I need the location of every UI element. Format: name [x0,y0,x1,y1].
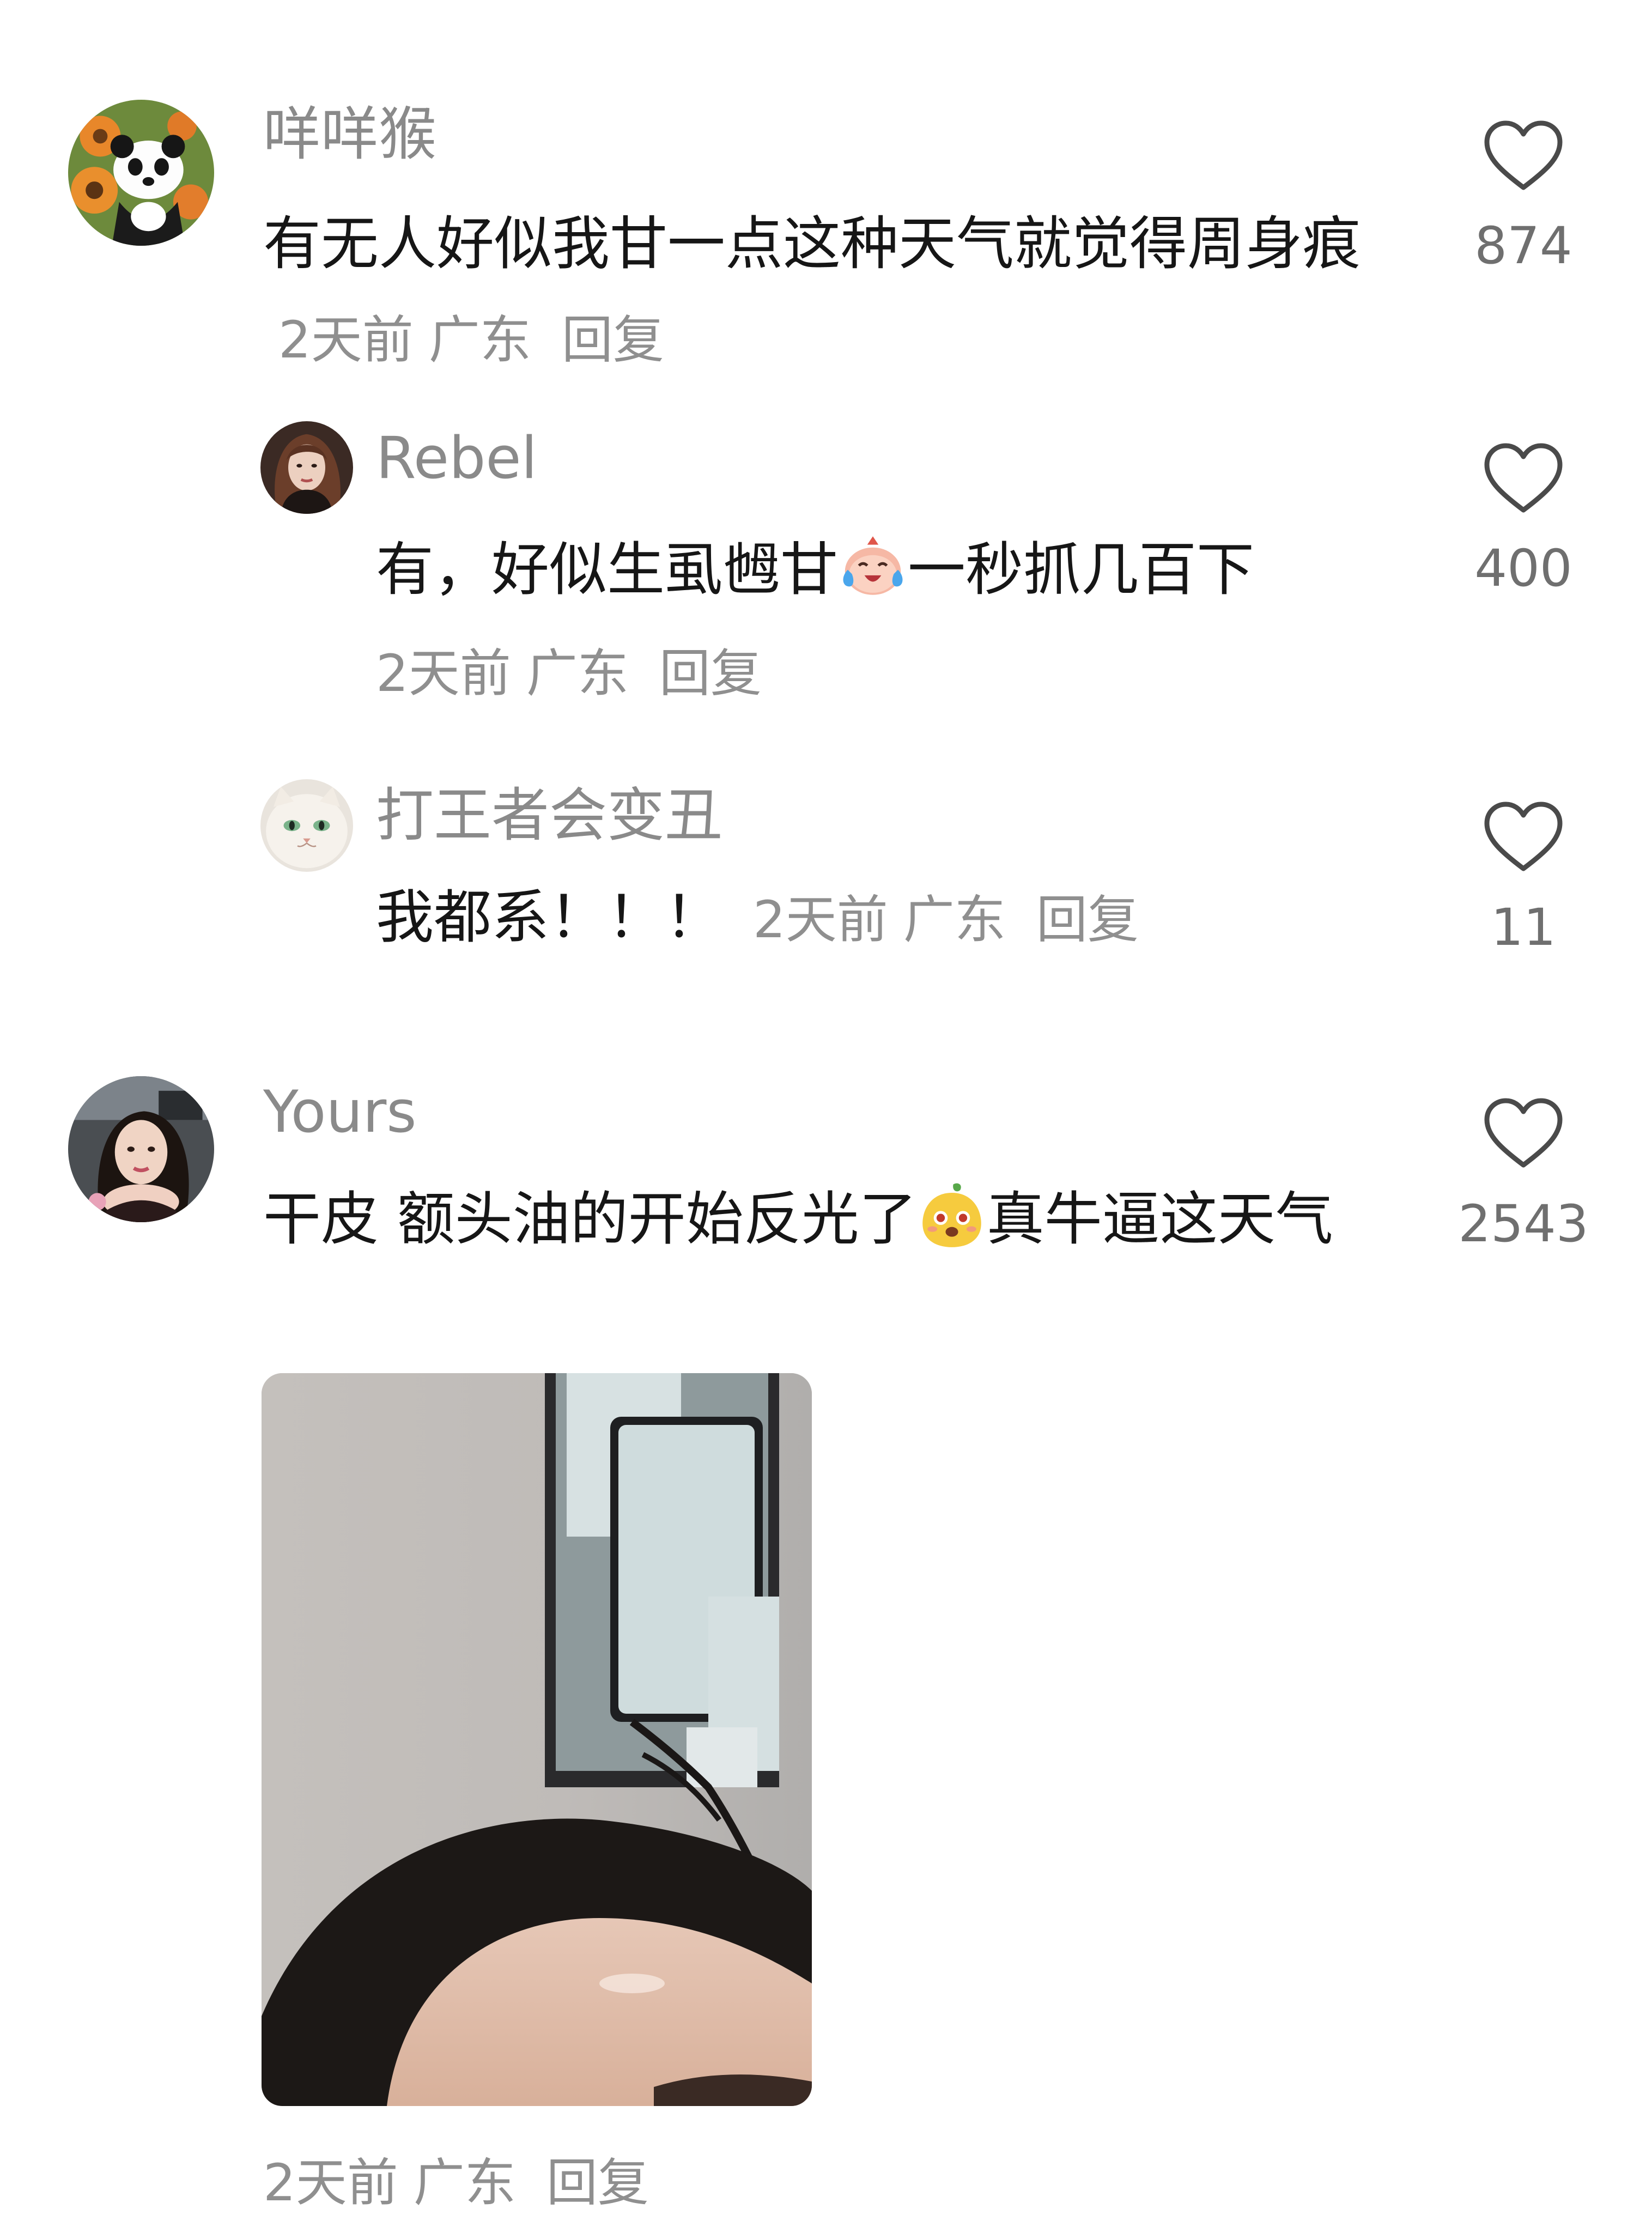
comment-time: 2天前 [263,2153,398,2213]
username[interactable]: Yours [263,1083,417,1141]
comment-body-part1: 干皮 额头油的开始反光了 [263,1186,917,1253]
like-button[interactable] [1483,800,1564,873]
like-button[interactable] [1483,119,1564,192]
crying-laughing-emoji-icon [838,531,908,600]
heart-icon [1484,1098,1563,1168]
comment-time: 2天前 [753,890,888,950]
comment-text: 有无人好似我甘一点这种天气就觉得周身痕 2天前 广东 回复 [263,197,1375,387]
woman-selfie-avatar-icon [68,1076,214,1222]
reply-button[interactable]: 回复 [1036,890,1139,950]
like-count: 874 [1474,216,1572,276]
panda-avatar-icon [68,100,214,246]
like-button[interactable] [1483,441,1564,514]
like-count: 2543 [1458,1194,1589,1254]
heart-icon [1484,443,1563,513]
woman-portrait-avatar-icon [260,421,353,514]
white-cat-avatar-icon [260,779,353,872]
username[interactable]: Rebel [376,429,537,487]
like-count: 400 [1474,539,1572,598]
heart-icon [1484,120,1563,190]
comment-location: 广东 [413,2153,516,2213]
comment-text: 我都系！！！ 2天前 广东 回复 [376,871,1373,967]
comment-location: 广东 [526,644,629,703]
comment-photo-attachment[interactable] [262,1373,812,2106]
avatar[interactable] [68,1076,214,1222]
comment-time: 2天前 [278,311,414,370]
comment-location: 广东 [428,311,531,370]
username[interactable]: 咩咩猴 [263,106,436,163]
like-count: 11 [1491,898,1556,957]
comment-text: 有，好似生虱乸甘 一秒抓几百下 [376,523,1373,617]
dazed-face-emoji-icon [917,1180,987,1250]
comment-location: 广东 [903,890,1006,950]
comment-body: 有无人好似我甘一点这种天气就觉得周身痕 [263,210,1361,277]
reply-button[interactable]: 回复 [562,311,664,370]
avatar[interactable] [260,779,353,872]
avatar[interactable] [68,100,214,246]
comment-meta: 2天前 广东 回复 [263,2158,649,2209]
comment-meta: 2天前 广东 回复 [376,648,762,700]
comment-body: 我都系！！！ [376,884,722,951]
like-button[interactable] [1483,1096,1564,1169]
forehead-selfie-photo-icon [262,1373,812,2106]
username[interactable]: 打王者会变丑 [376,787,722,845]
avatar[interactable] [260,421,353,514]
reply-button[interactable]: 回复 [546,2153,649,2213]
comment-body-part2: 真牛逼这天气 [986,1186,1333,1253]
heart-icon [1484,802,1563,871]
comment-body-part1: 有，好似生虱乸甘 [376,536,838,603]
reply-button[interactable]: 回复 [659,644,762,703]
comment-time: 2天前 [376,644,511,703]
comment-body-part2: 一秒抓几百下 [908,536,1254,603]
comment-text: 干皮 额头油的开始反光了 真牛逼这天气 [263,1173,1407,1266]
